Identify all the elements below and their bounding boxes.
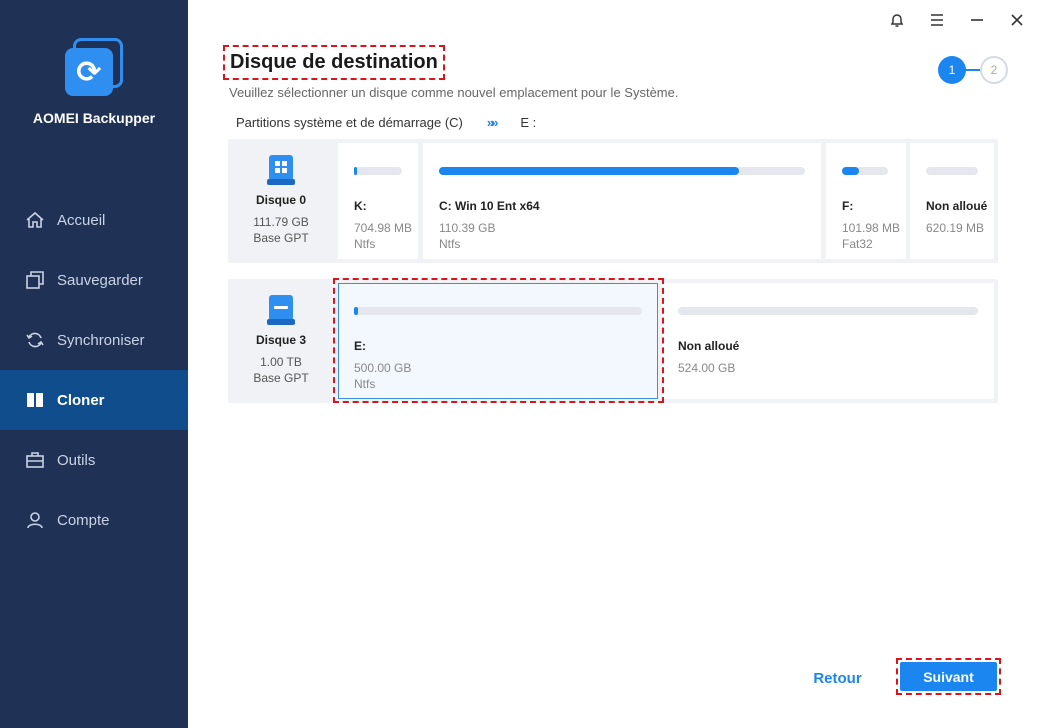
breadcrumb-source: Partitions système et de démarrage (C)	[236, 115, 463, 130]
sidebar-nav: Accueil Sauvegarder Synchroniser Cloner	[0, 190, 188, 550]
double-chevron-right-icon: »»	[486, 115, 499, 130]
partition-size: 620.19 MB	[926, 221, 985, 235]
disk-header: Disque 0 111.79 GB Base GPT	[228, 139, 334, 263]
page-title: Disque de destination	[230, 51, 438, 73]
user-icon	[24, 509, 46, 531]
disk-row[interactable]: Disque 0 111.79 GB Base GPT K: 704.98 MB…	[228, 139, 998, 263]
bell-icon[interactable]	[885, 8, 909, 32]
sidebar-item-cloner[interactable]: Cloner	[0, 370, 188, 430]
disk-size: 1.00 TB	[260, 355, 302, 369]
windows-disk-icon	[267, 155, 295, 187]
step-indicator: 1 2	[938, 56, 1010, 86]
partition-label: K:	[354, 199, 367, 213]
disk-row[interactable]: Disque 3 1.00 TB Base GPT E: 500.00 GB N…	[228, 279, 998, 403]
sidebar-item-label: Synchroniser	[57, 331, 145, 349]
partition-unallocated[interactable]: Non alloué 524.00 GB	[662, 283, 994, 399]
partition-label: C: Win 10 Ent x64	[439, 199, 540, 213]
disk-icon	[267, 295, 295, 327]
disk-size: 111.79 GB	[253, 215, 309, 229]
partition-size: 524.00 GB	[678, 361, 736, 375]
partition-label: E:	[354, 339, 366, 353]
clone-icon	[24, 389, 46, 411]
step-connector	[965, 69, 981, 71]
app-window: ⟳ AOMEI Backupper Accueil Sauvegarder Sy…	[0, 0, 1038, 728]
app-brand: AOMEI Backupper	[32, 110, 156, 126]
usage-fill	[354, 167, 357, 175]
disk-header: Disque 3 1.00 TB Base GPT	[228, 279, 334, 403]
sidebar-item-label: Outils	[57, 451, 96, 469]
home-icon	[24, 209, 46, 231]
partition-fs: Ntfs	[354, 237, 376, 251]
partition-f[interactable]: F: 101.98 MB Fat32	[826, 143, 906, 259]
partition-c[interactable]: C: Win 10 Ent x64 110.39 GB Ntfs	[423, 143, 821, 259]
minimize-icon[interactable]	[965, 8, 989, 32]
backup-icon	[24, 269, 46, 291]
sidebar-item-label: Cloner	[57, 391, 105, 409]
step-1: 1	[938, 56, 966, 84]
partition-label: F:	[842, 199, 854, 213]
app-logo-icon: ⟳	[63, 38, 123, 98]
partition-size: 101.98 MB	[842, 221, 901, 235]
page-title-frame: Disque de destination	[223, 45, 445, 80]
partition-label: Non alloué	[678, 339, 740, 353]
sidebar-item-label: Sauvegarder	[57, 271, 143, 289]
sidebar: ⟳ AOMEI Backupper Accueil Sauvegarder Sy…	[0, 0, 188, 728]
step-2: 2	[980, 56, 1008, 84]
sync-icon	[24, 329, 46, 351]
partition-fs: Ntfs	[354, 377, 376, 391]
sidebar-item-label: Compte	[57, 511, 110, 529]
partition-label: Non alloué	[926, 199, 988, 213]
breadcrumb-target: E :	[520, 115, 537, 130]
partition-fs: Fat32	[842, 237, 873, 251]
sidebar-item-label: Accueil	[57, 211, 106, 229]
partition-size: 704.98 MB	[354, 221, 413, 235]
sidebar-item-sauvegarder[interactable]: Sauvegarder	[0, 250, 188, 310]
disk-type: Base GPT	[253, 231, 309, 245]
sidebar-item-accueil[interactable]: Accueil	[0, 190, 188, 250]
usage-fill	[439, 167, 740, 175]
breadcrumb: Partitions système et de démarrage (C) »…	[236, 115, 536, 130]
sidebar-item-compte[interactable]: Compte	[0, 490, 188, 550]
partition-size: 500.00 GB	[354, 361, 412, 375]
usage-fill	[842, 167, 860, 175]
tools-icon	[24, 449, 46, 471]
usage-fill	[354, 307, 358, 315]
partition-fs: Ntfs	[439, 237, 461, 251]
disk-name: Disque 3	[255, 333, 306, 347]
partition-k[interactable]: K: 704.98 MB Ntfs	[338, 143, 418, 259]
back-button[interactable]: Retour	[800, 664, 875, 692]
disk-name: Disque 0	[255, 193, 306, 207]
menu-icon[interactable]	[925, 8, 949, 32]
sidebar-item-outils[interactable]: Outils	[0, 430, 188, 490]
partition-e[interactable]: E: 500.00 GB Ntfs	[338, 283, 658, 399]
close-icon[interactable]	[1005, 8, 1029, 32]
disk-type: Base GPT	[253, 371, 309, 385]
next-button[interactable]: Suivant	[900, 662, 997, 691]
partition-size: 110.39 GB	[439, 221, 496, 235]
partition-unallocated[interactable]: Non alloué 620.19 MB	[910, 143, 994, 259]
sidebar-item-synchroniser[interactable]: Synchroniser	[0, 310, 188, 370]
page-subtitle: Veuillez sélectionner un disque comme no…	[229, 85, 679, 100]
